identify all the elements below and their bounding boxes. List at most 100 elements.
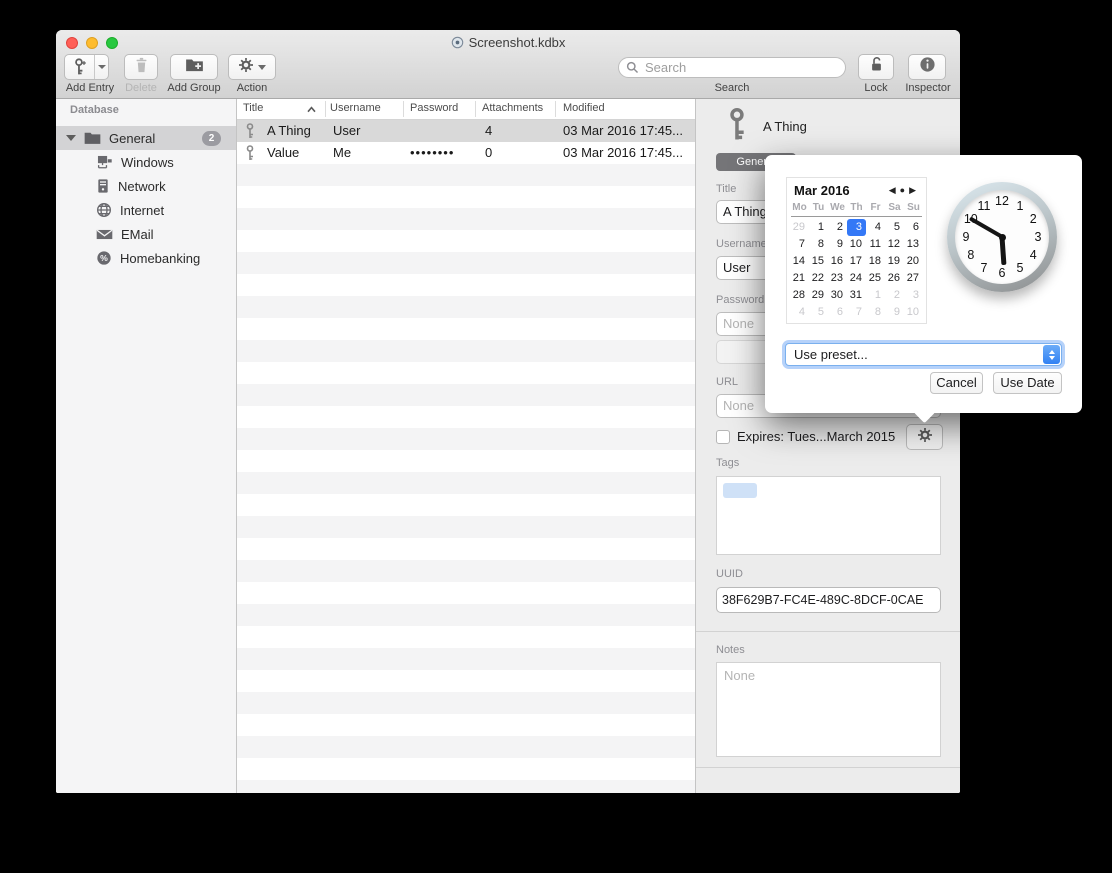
calendar-day[interactable]: 4 — [790, 304, 809, 321]
uuid-field[interactable]: 38F629B7-FC4E-489C-8DCF-0CAE — [716, 587, 941, 613]
calendar-dow-label: Sa — [885, 202, 904, 213]
calendar-day[interactable]: 22 — [809, 270, 828, 287]
lock-button[interactable] — [858, 54, 894, 80]
calendar-day[interactable]: 24 — [847, 270, 866, 287]
calendar-day[interactable]: 6 — [828, 304, 847, 321]
calendar-day[interactable]: 16 — [828, 253, 847, 270]
add-entry-button[interactable] — [64, 54, 109, 80]
notes-box[interactable]: None — [716, 662, 941, 757]
sidebar-item-homebanking[interactable]: % Homebanking — [56, 246, 236, 270]
uuid-label: UUID — [716, 568, 743, 580]
calendar-day[interactable]: 8 — [866, 304, 885, 321]
calendar-day[interactable]: 23 — [828, 270, 847, 287]
search-input[interactable] — [618, 57, 846, 78]
calendar-day[interactable]: 12 — [885, 236, 904, 253]
calendar-day[interactable]: 2 — [885, 287, 904, 304]
table-row[interactable]: A Thing User 4 03 Mar 2016 17:45... — [237, 120, 695, 142]
calendar-day[interactable]: 30 — [828, 287, 847, 304]
sidebar-item-windows[interactable]: Windows — [56, 150, 236, 174]
calendar-day[interactable]: 4 — [866, 219, 885, 236]
use-preset-dropdown[interactable]: Use preset... — [785, 343, 1062, 366]
calendar-day-selected[interactable]: 3 — [847, 219, 866, 236]
calendar-day[interactable]: 10 — [904, 304, 923, 321]
column-divider[interactable] — [403, 101, 404, 117]
calendar-day[interactable]: 25 — [866, 270, 885, 287]
calendar-day[interactable]: 2 — [828, 219, 847, 236]
date-picker-popover: Mar 2016 ◀●▶ MoTuWeThFrSaSu 291234567891… — [765, 155, 1082, 413]
calendar-day[interactable]: 13 — [904, 236, 923, 253]
table-row[interactable]: Value Me •••••••• 0 03 Mar 2016 17:45... — [237, 142, 695, 164]
column-divider[interactable] — [555, 101, 556, 117]
calendar-day[interactable]: 17 — [847, 253, 866, 270]
calendar-day[interactable]: 11 — [866, 236, 885, 253]
calendar-day[interactable]: 27 — [904, 270, 923, 287]
clock-face[interactable]: 123456789101112 — [955, 190, 1049, 284]
calendar-day[interactable]: 9 — [828, 236, 847, 253]
calendar-day[interactable]: 29 — [809, 287, 828, 304]
search-label: Search — [618, 82, 846, 94]
calendar-day[interactable]: 31 — [847, 287, 866, 304]
sidebar-item-label: Internet — [120, 203, 164, 218]
cell-username: Me — [333, 145, 351, 160]
trash-icon — [134, 57, 149, 78]
calendar-next-icon[interactable]: ▶ — [909, 185, 920, 195]
calendar-day[interactable]: 3 — [904, 287, 923, 304]
expires-label: Expires: Tues...March 2015 — [737, 429, 895, 444]
calendar-day[interactable]: 14 — [790, 253, 809, 270]
sidebar-item-email[interactable]: EMail — [56, 222, 236, 246]
inspector-entry-title: A Thing — [763, 119, 807, 134]
disclosure-triangle-icon[interactable] — [66, 135, 76, 141]
column-header-password[interactable]: Password — [410, 102, 458, 114]
cell-modified: 03 Mar 2016 17:45... — [563, 145, 683, 160]
clock-hour-hand[interactable] — [1000, 237, 1006, 265]
calendar-day[interactable]: 5 — [885, 219, 904, 236]
clock-numeral: 10 — [964, 212, 978, 226]
calendar-day[interactable]: 21 — [790, 270, 809, 287]
column-header-modified[interactable]: Modified — [563, 102, 605, 114]
column-header-username[interactable]: Username — [330, 102, 381, 114]
calendar-day[interactable]: 29 — [790, 219, 809, 236]
calendar-day[interactable]: 10 — [847, 236, 866, 253]
delete-label: Delete — [114, 82, 168, 94]
tag-token[interactable] — [723, 483, 757, 498]
calendar-today-icon[interactable]: ● — [900, 185, 909, 195]
calendar-day[interactable]: 19 — [885, 253, 904, 270]
delete-button[interactable] — [124, 54, 158, 80]
calendar-day[interactable]: 7 — [847, 304, 866, 321]
tags-box[interactable] — [716, 476, 941, 555]
calendar-day[interactable]: 1 — [809, 219, 828, 236]
sidebar-item-network[interactable]: Network — [56, 174, 236, 198]
column-header-attachments[interactable]: Attachments — [482, 102, 543, 114]
calendar-day[interactable]: 9 — [885, 304, 904, 321]
calendar-day[interactable]: 15 — [809, 253, 828, 270]
add-group-button[interactable] — [170, 54, 218, 80]
divider — [696, 631, 960, 632]
calendar-prev-icon[interactable]: ◀ — [889, 185, 900, 195]
sidebar-group-general[interactable]: General 2 — [56, 126, 236, 150]
column-divider[interactable] — [325, 101, 326, 117]
open-padlock-icon — [869, 56, 884, 78]
use-date-button[interactable]: Use Date — [993, 372, 1062, 394]
calendar-day[interactable]: 28 — [790, 287, 809, 304]
calendar-day[interactable]: 1 — [866, 287, 885, 304]
cancel-button[interactable]: Cancel — [930, 372, 983, 394]
calendar-day[interactable]: 8 — [809, 236, 828, 253]
sidebar-item-internet[interactable]: Internet — [56, 198, 236, 222]
key-icon — [725, 108, 751, 146]
calendar-day[interactable]: 18 — [866, 253, 885, 270]
calendar-day[interactable]: 20 — [904, 253, 923, 270]
calendar-day[interactable]: 26 — [885, 270, 904, 287]
expires-gear-button[interactable] — [906, 424, 943, 450]
expires-checkbox[interactable] — [716, 430, 730, 444]
calendar-day[interactable]: 7 — [790, 236, 809, 253]
chevron-down-icon[interactable] — [95, 65, 108, 69]
sort-ascending-icon — [307, 104, 316, 116]
calendar-day[interactable]: 5 — [809, 304, 828, 321]
cell-password: •••••••• — [410, 145, 454, 160]
cell-username: User — [333, 123, 360, 138]
inspector-button[interactable] — [908, 54, 946, 80]
action-button[interactable] — [228, 54, 276, 80]
column-header-title[interactable]: Title — [243, 102, 263, 114]
calendar-day[interactable]: 6 — [904, 219, 923, 236]
column-divider[interactable] — [475, 101, 476, 117]
